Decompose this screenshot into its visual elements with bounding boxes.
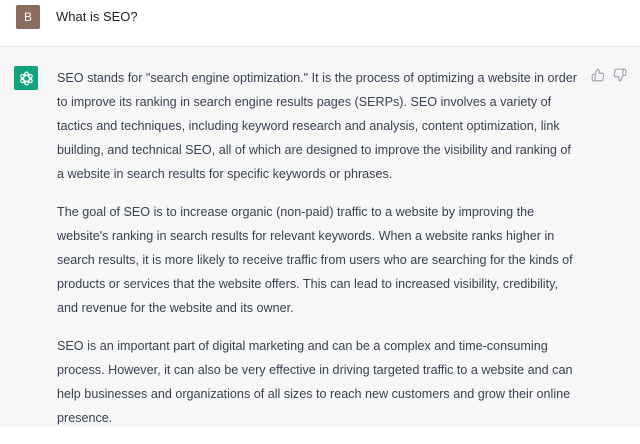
openai-logo-icon: [14, 66, 38, 90]
assistant-paragraph: The goal of SEO is to increase organic (…: [57, 205, 573, 315]
thumbs-up-icon: [591, 68, 605, 82]
feedback-buttons: [590, 67, 628, 83]
user-message-text: What is SEO?: [56, 9, 138, 24]
assistant-message-text: SEO stands for "search engine optimizati…: [57, 66, 577, 444]
user-avatar: B: [16, 5, 40, 29]
assistant-paragraph: SEO stands for "search engine optimizati…: [57, 71, 577, 181]
thumbs-down-button[interactable]: [612, 67, 628, 83]
user-message-row: B What is SEO?: [0, 0, 640, 47]
thumbs-up-button[interactable]: [590, 67, 606, 83]
assistant-message-row: SEO stands for "search engine optimizati…: [0, 47, 640, 427]
assistant-paragraph: SEO is an important part of digital mark…: [57, 339, 573, 425]
thumbs-down-icon: [613, 68, 627, 82]
